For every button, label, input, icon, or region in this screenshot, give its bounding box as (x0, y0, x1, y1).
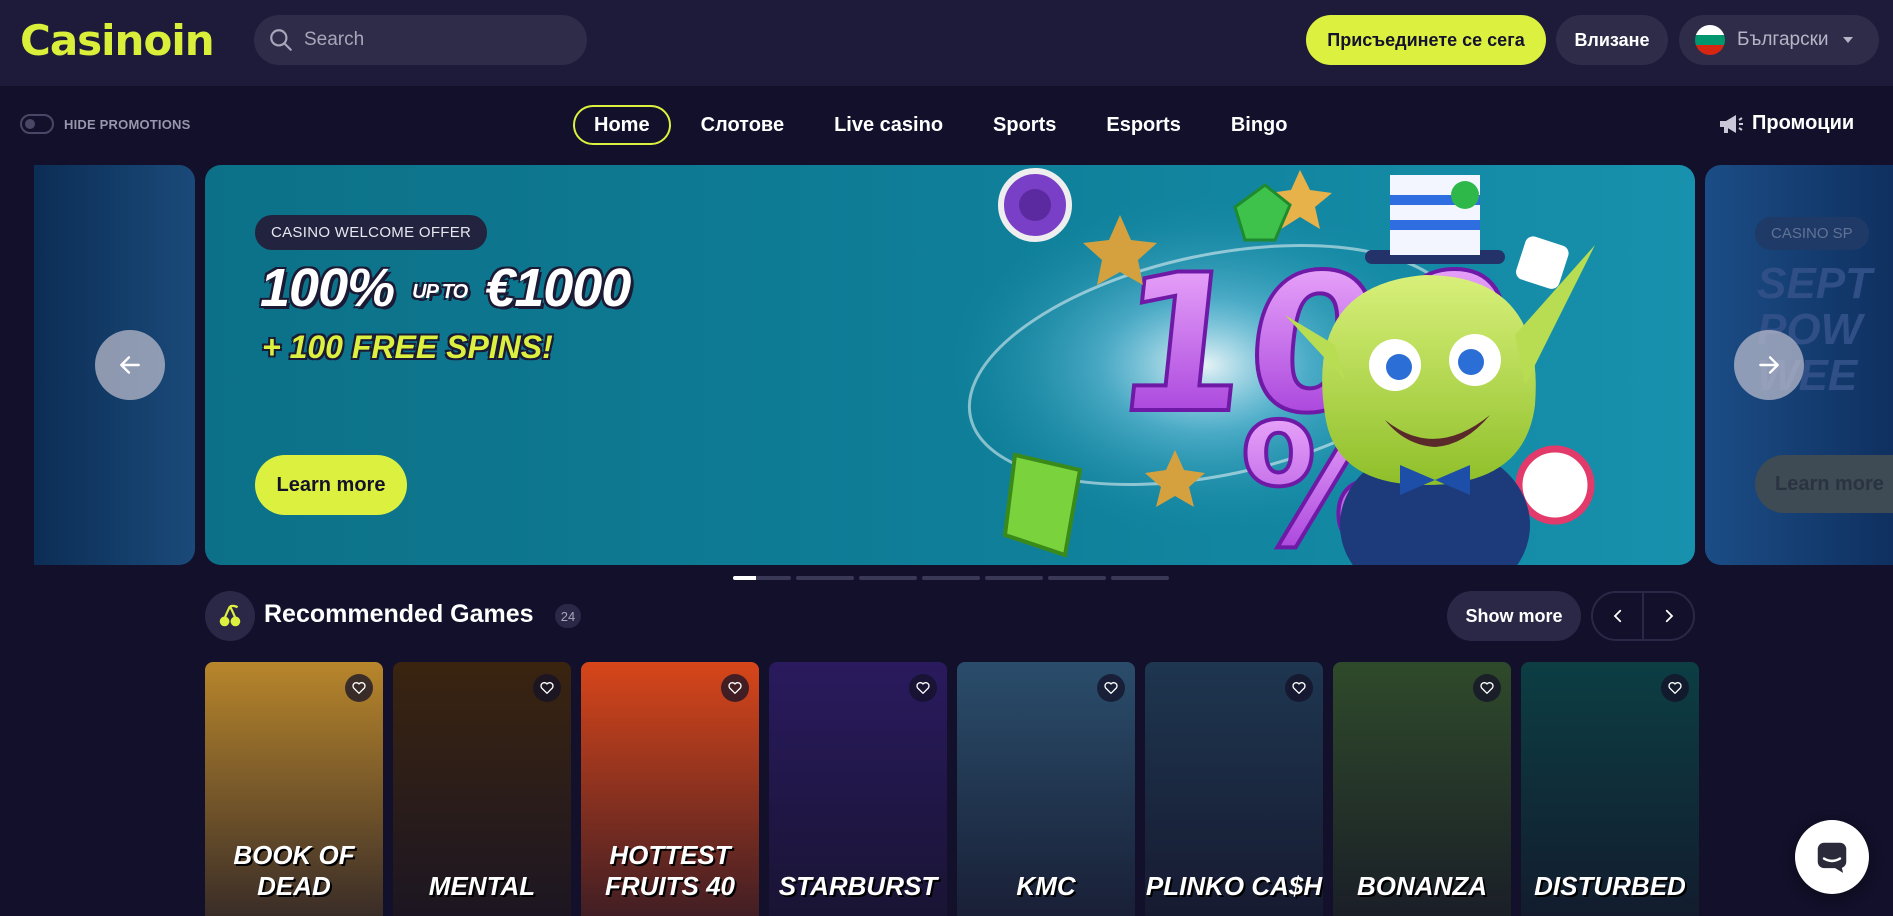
casinoin-logo[interactable]: Casinoin (20, 16, 215, 65)
game-title: MENTAL (428, 871, 536, 901)
games-next-button[interactable] (1642, 593, 1693, 639)
heart-icon (1480, 682, 1494, 694)
heart-icon (540, 682, 554, 694)
carousel-dot[interactable] (985, 576, 1043, 580)
hide-promotions-toggle[interactable]: HIDE PROMOTIONS (20, 114, 191, 134)
chat-icon (1817, 842, 1847, 873)
next-slide-badge: CASINO SP (1755, 217, 1869, 250)
game-title: DISTURBED (1534, 871, 1686, 901)
banner-subline: + 100 FREE SPINS! (262, 329, 553, 365)
game-title: BONANZA (1357, 871, 1487, 901)
game-tile[interactable]: BONANZA (1333, 662, 1511, 916)
banner-headline: 100% UP TO €1000 (260, 258, 631, 318)
chat-widget-button[interactable] (1795, 820, 1869, 894)
nav-live-casino[interactable]: Live casino (834, 105, 943, 145)
show-more-button[interactable]: Show more (1447, 591, 1581, 641)
toggle-switch[interactable] (20, 114, 54, 134)
game-tile[interactable]: PLINKO CA$H (1145, 662, 1323, 916)
section-title: Recommended Games (264, 600, 534, 628)
next-slide-learn-more: Learn more (1755, 455, 1893, 513)
carousel-indicators (733, 576, 1174, 580)
search-icon (270, 29, 292, 51)
join-now-button[interactable]: Присъединете се сега (1306, 15, 1546, 65)
game-tile[interactable]: STARBURST (769, 662, 947, 916)
game-title: STARBURST (778, 871, 938, 901)
chevron-right-icon (1665, 609, 1673, 623)
hide-promotions-label: HIDE PROMOTIONS (64, 116, 191, 132)
nav-home[interactable]: Home (573, 105, 671, 145)
banner-badge: CASINO WELCOME OFFER (255, 215, 488, 250)
nav-esports[interactable]: Esports (1106, 105, 1180, 145)
carousel-dot[interactable] (733, 576, 791, 580)
chevron-down-icon (1842, 37, 1853, 43)
heart-icon (728, 682, 742, 694)
language-selector[interactable]: Български (1679, 15, 1879, 65)
favorite-button[interactable] (721, 674, 749, 702)
game-title: HOTTEST FRUITS 40 (604, 840, 736, 901)
carousel-dot-progress (733, 576, 757, 580)
chevron-left-icon (1613, 609, 1621, 623)
language-label: Български (1737, 29, 1829, 50)
carousel-dot[interactable] (1111, 576, 1169, 580)
heart-icon (916, 682, 930, 694)
games-prev-button[interactable] (1593, 593, 1642, 639)
favorite-button[interactable] (1473, 674, 1501, 702)
learn-more-button[interactable]: Learn more (255, 455, 407, 515)
favorite-button[interactable] (909, 674, 937, 702)
game-tile[interactable]: DISTURBED (1521, 662, 1699, 916)
nav-bingo[interactable]: Bingo (1231, 105, 1288, 145)
nav-sports[interactable]: Sports (993, 105, 1056, 145)
login-button[interactable]: Влизане (1556, 15, 1668, 65)
games-pager (1591, 591, 1695, 641)
bulgaria-flag-icon (1695, 25, 1725, 55)
cherries-icon (205, 591, 255, 641)
heart-icon (352, 682, 366, 694)
promotions-link[interactable]: Промоции (1718, 112, 1854, 135)
promo-banner[interactable]: CASINO WELCOME OFFER 100% UP TO €1000 + … (205, 165, 1695, 565)
game-tile[interactable]: HOTTEST FRUITS 40 (581, 662, 759, 916)
carousel-prev-button[interactable] (95, 330, 165, 400)
game-tile[interactable]: KMC (957, 662, 1135, 916)
welcome-bonus-artwork: 100 % (945, 168, 1595, 565)
search-input[interactable] (304, 29, 564, 51)
main-nav: Home Слотове Live casino Sports Esports … (573, 105, 1338, 145)
carousel-dot[interactable] (1048, 576, 1106, 580)
promotions-label: Промоции (1752, 112, 1855, 134)
search-bar[interactable] (254, 15, 587, 65)
favorite-button[interactable] (533, 674, 561, 702)
heart-icon (1292, 682, 1306, 694)
game-tile[interactable]: BOOK OF DEAD (205, 662, 383, 916)
games-count-badge: 24 (555, 604, 581, 628)
top-bar: Casinoin Присъединете се сега Влизане Бъ… (0, 0, 1893, 86)
heart-icon (1104, 682, 1118, 694)
favorite-button[interactable] (1097, 674, 1125, 702)
arrow-left-icon (120, 356, 140, 374)
heart-icon (1668, 682, 1682, 694)
carousel-dot[interactable] (922, 576, 980, 580)
carousel-dot[interactable] (796, 576, 854, 580)
game-title: PLINKO CA$H (1145, 871, 1323, 901)
game-title: BOOK OF DEAD (233, 840, 355, 901)
favorite-button[interactable] (345, 674, 373, 702)
nav-slots[interactable]: Слотове (701, 105, 785, 145)
favorite-button[interactable] (1661, 674, 1689, 702)
games-row: BOOK OF DEAD MENTAL HOTTEST FRUITS 40 STARB… (205, 662, 1709, 916)
favorite-button[interactable] (1285, 674, 1313, 702)
game-tile[interactable]: MENTAL (393, 662, 571, 916)
arrow-right-icon (1759, 356, 1779, 374)
carousel-next-button[interactable] (1734, 330, 1804, 400)
megaphone-icon (1720, 114, 1743, 133)
carousel-dot[interactable] (859, 576, 917, 580)
game-title: KMC (1016, 871, 1076, 901)
